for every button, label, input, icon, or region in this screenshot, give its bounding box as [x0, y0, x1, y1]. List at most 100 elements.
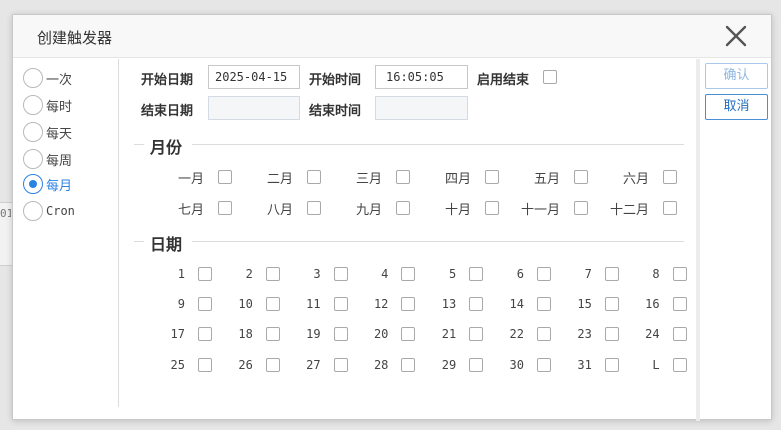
day-label: 18: [238, 327, 253, 341]
day-label: 12: [373, 297, 389, 311]
day-label: 7: [584, 267, 592, 281]
month-checkbox[interactable]: [574, 170, 588, 184]
month-checkbox[interactable]: [574, 201, 588, 215]
month-checkbox[interactable]: [218, 170, 232, 184]
months-divider-right: [192, 144, 684, 145]
start-time-label: 开始时间: [309, 73, 362, 88]
day-label: 19: [306, 327, 321, 341]
month-checkbox[interactable]: [396, 201, 410, 215]
enable-end-checkbox[interactable]: [543, 70, 557, 84]
radio-weekly[interactable]: 每周: [23, 148, 72, 170]
close-icon[interactable]: [723, 23, 749, 49]
radio-cron[interactable]: Cron: [23, 200, 75, 222]
day-checkbox[interactable]: [333, 358, 348, 372]
month-checkbox[interactable]: [396, 170, 410, 184]
month-checkbox[interactable]: [485, 201, 499, 215]
day-checkbox[interactable]: [604, 267, 619, 281]
day-label: 24: [645, 327, 660, 341]
day-label: 10: [238, 297, 253, 311]
day-checkbox[interactable]: [198, 358, 212, 372]
month-label: 六月: [622, 172, 649, 187]
day-checkbox[interactable]: [333, 267, 348, 281]
day-checkbox[interactable]: [469, 358, 484, 372]
day-label: 28: [373, 358, 389, 372]
day-label: 25: [170, 358, 185, 372]
day-checkbox[interactable]: [401, 358, 416, 372]
days-divider-left: [134, 241, 144, 242]
radio-cron-circle[interactable]: [23, 201, 43, 221]
month-checkbox[interactable]: [218, 201, 232, 215]
radio-daily[interactable]: 每天: [23, 121, 72, 143]
day-checkbox[interactable]: [469, 297, 484, 311]
end-time-input[interactable]: [375, 96, 468, 120]
day-checkbox[interactable]: [265, 297, 280, 311]
radio-hourly-circle[interactable]: [23, 95, 43, 115]
day-checkbox[interactable]: [265, 327, 280, 341]
radio-monthly-circle[interactable]: [23, 174, 43, 194]
radio-hourly-label: 每时: [46, 99, 73, 115]
day-checkbox[interactable]: [401, 267, 416, 281]
month-checkbox[interactable]: [485, 170, 499, 184]
radio-hourly[interactable]: 每时: [23, 94, 72, 116]
month-label: 二月: [266, 172, 293, 187]
day-label: 23: [577, 327, 592, 341]
month-checkbox[interactable]: [663, 170, 677, 184]
day-label: 3: [313, 267, 321, 281]
month-checkbox[interactable]: [663, 201, 677, 215]
day-checkbox[interactable]: [265, 267, 280, 281]
day-checkbox[interactable]: [333, 327, 348, 341]
radio-daily-label: 每天: [46, 126, 73, 142]
day-checkbox[interactable]: [537, 358, 551, 372]
frequency-radio-group: 一次 每时 每天 每周 每月 Cron: [13, 59, 119, 407]
end-date-input[interactable]: [208, 96, 300, 120]
radio-monthly[interactable]: 每月: [23, 173, 72, 195]
month-checkbox[interactable]: [307, 201, 321, 215]
days-section-title: 日期: [150, 235, 183, 254]
months-divider-left: [134, 144, 144, 145]
month-label: 九月: [355, 203, 382, 218]
start-time-input[interactable]: 16:05:05: [375, 65, 468, 89]
day-checkbox[interactable]: [401, 297, 416, 311]
day-checkbox[interactable]: [401, 327, 416, 341]
end-time-label: 结束时间: [309, 104, 362, 119]
month-label: 四月: [444, 172, 471, 187]
month-label: 一月: [177, 172, 204, 187]
day-checkbox[interactable]: [604, 297, 619, 311]
day-checkbox[interactable]: [672, 327, 687, 341]
day-label: 21: [441, 327, 457, 341]
day-label: 8: [652, 267, 660, 281]
day-checkbox[interactable]: [198, 297, 212, 311]
day-checkbox[interactable]: [537, 267, 551, 281]
cancel-button[interactable]: 取消: [705, 94, 768, 120]
day-checkbox[interactable]: [672, 358, 687, 372]
month-checkbox[interactable]: [307, 170, 321, 184]
day-label: 20: [373, 327, 389, 341]
start-date-input[interactable]: 2025-04-15: [208, 65, 300, 89]
day-checkbox[interactable]: [537, 297, 551, 311]
day-checkbox[interactable]: [604, 327, 619, 341]
day-label: 6: [516, 267, 524, 281]
day-checkbox[interactable]: [537, 327, 551, 341]
day-label: 27: [306, 358, 321, 372]
create-trigger-dialog: 创建触发器 一次 每时 每天 每周 每月 Cron 开始日期 2025-04-1…: [12, 14, 772, 421]
radio-daily-circle[interactable]: [23, 122, 43, 142]
day-label: 29: [441, 358, 457, 372]
radio-once-circle[interactable]: [23, 68, 43, 88]
radio-once[interactable]: 一次: [23, 67, 72, 89]
day-checkbox[interactable]: [469, 267, 484, 281]
confirm-button[interactable]: 确认: [705, 63, 768, 89]
day-checkbox[interactable]: [604, 358, 619, 372]
day-label: 17: [170, 327, 185, 341]
day-checkbox[interactable]: [469, 327, 484, 341]
day-checkbox[interactable]: [672, 267, 687, 281]
day-checkbox[interactable]: [333, 297, 348, 311]
day-checkbox[interactable]: [265, 358, 280, 372]
day-label: 9: [177, 297, 185, 311]
day-label: 13: [441, 297, 457, 311]
day-checkbox[interactable]: [198, 327, 212, 341]
dialog-body: 一次 每时 每天 每周 每月 Cron 开始日期 2025-04-15 开始时间…: [13, 59, 771, 421]
day-label: 5: [448, 267, 457, 281]
day-checkbox[interactable]: [198, 267, 212, 281]
radio-weekly-circle[interactable]: [23, 149, 43, 169]
day-checkbox[interactable]: [672, 297, 687, 311]
